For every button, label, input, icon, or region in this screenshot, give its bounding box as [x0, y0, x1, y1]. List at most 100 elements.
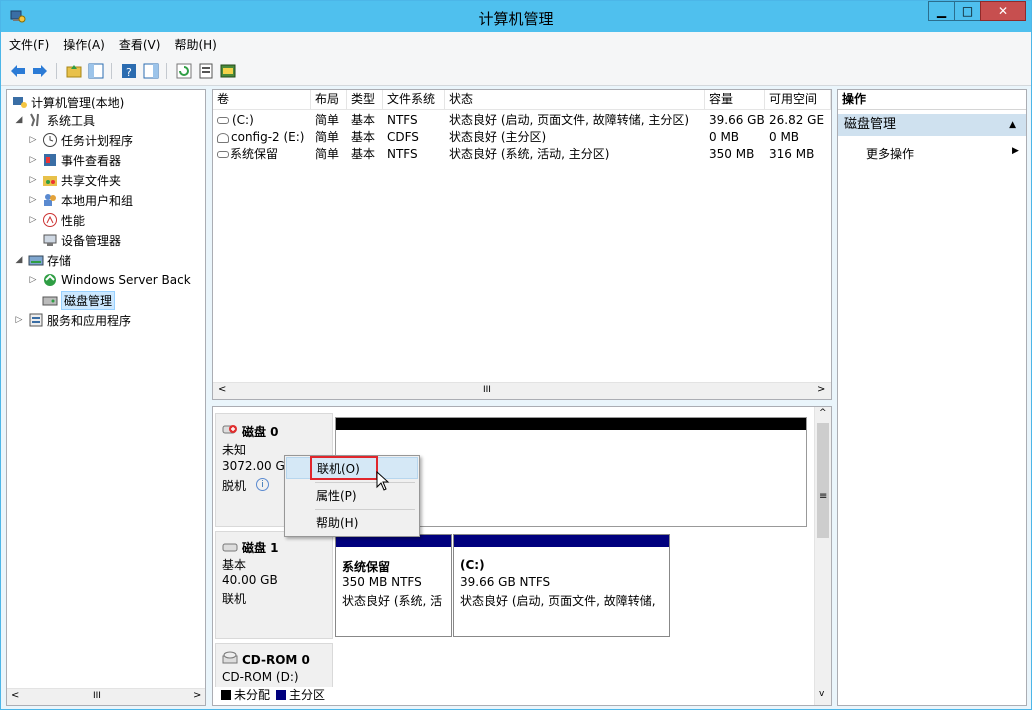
properties-icon[interactable] — [197, 62, 215, 80]
help-icon[interactable]: ? — [120, 62, 138, 80]
cd-drive-icon — [222, 651, 238, 664]
computer-management-window: 计算机管理 ▁ □ ✕ 文件(F) 操作(A) 查看(V) 帮助(H) ? 计算… — [0, 0, 1032, 710]
users-icon — [44, 194, 56, 206]
show-hide-action-pane-icon[interactable] — [142, 62, 160, 80]
actions-title: 操作 — [838, 90, 1026, 110]
collapse-arrow-icon[interactable]: ▲ — [1009, 114, 1016, 136]
scroll-right-icon[interactable]: > — [193, 690, 201, 701]
offline-disk-icon — [222, 425, 237, 434]
menu-view[interactable]: 查看(V) — [119, 36, 161, 53]
column-filesystem[interactable]: 文件系统 — [383, 90, 445, 110]
collapsed-arrow-icon[interactable]: ▷ — [27, 135, 39, 145]
column-volume[interactable]: 卷 — [213, 90, 311, 110]
minimize-button[interactable]: ▁ — [928, 1, 955, 21]
drive-icon — [217, 117, 229, 124]
performance-icon — [43, 213, 57, 227]
expanded-arrow-icon[interactable]: ◢ — [13, 255, 25, 265]
tree-item-storage[interactable]: ◢ 存储 — [13, 250, 71, 270]
scroll-thumb[interactable]: III — [483, 385, 491, 395]
scroll-left-icon[interactable]: < — [218, 384, 226, 395]
menu-item-properties[interactable]: 属性(P) — [286, 485, 418, 507]
menu-bar: 文件(F) 操作(A) 查看(V) 帮助(H) — [1, 32, 1031, 57]
window-title: 计算机管理 — [478, 10, 554, 28]
highlight-box — [310, 456, 378, 480]
tree-item-computer-management[interactable]: 计算机管理(本地) — [9, 92, 124, 112]
title-bar: 计算机管理 ▁ □ ✕ — [1, 1, 1031, 32]
scroll-down-icon[interactable]: v — [819, 689, 824, 699]
disk-1-label[interactable]: 磁盘 1 基本 40.00 GB 联机 — [215, 531, 333, 639]
up-folder-icon[interactable] — [65, 62, 83, 80]
actions-group-disk-management[interactable]: 磁盘管理 ▲ — [838, 114, 1026, 136]
collapsed-arrow-icon[interactable]: ▷ — [27, 175, 39, 185]
table-row[interactable]: 系统保留 简单 基本 NTFS 状态良好 (系统, 活动, 主分区) 350 M… — [213, 146, 831, 163]
collapsed-arrow-icon[interactable]: ▷ — [13, 315, 25, 325]
tree-item-windows-server-backup[interactable]: ▷ Windows Server Back — [27, 270, 191, 290]
menu-file[interactable]: 文件(F) — [9, 36, 49, 53]
legend: 未分配 主分区 — [221, 686, 325, 703]
device-manager-icon — [43, 234, 57, 246]
submenu-arrow-icon[interactable]: ▶ — [1012, 146, 1019, 156]
collapsed-arrow-icon[interactable]: ▷ — [27, 215, 39, 225]
scroll-thumb[interactable]: III — [93, 691, 101, 701]
disk-mgmt-icon — [42, 296, 58, 306]
scroll-up-icon[interactable]: ^ — [819, 408, 827, 418]
disk-icon — [222, 543, 238, 552]
table-row[interactable]: config-2 (E:) 简单 基本 CDFS 状态良好 (主分区) 0 MB… — [213, 129, 831, 146]
mouse-cursor-icon — [376, 471, 390, 491]
forward-arrow-icon[interactable] — [31, 62, 49, 80]
collapsed-arrow-icon[interactable]: ▷ — [27, 155, 39, 165]
collapsed-arrow-icon[interactable]: ▷ — [27, 275, 39, 285]
tree-item-shared-folders[interactable]: ▷ 共享文件夹 — [27, 170, 121, 190]
disk-map-vertical-scrollbar[interactable]: ^ ≡ v — [814, 407, 831, 705]
partition-system-reserved[interactable]: 系统保留 350 MB NTFS 状态良好 (系统, 活 — [335, 534, 452, 637]
tree-item-local-users-groups[interactable]: ▷ 本地用户和组 — [27, 190, 133, 210]
column-type[interactable]: 类型 — [347, 90, 383, 110]
column-capacity[interactable]: 容量 — [705, 90, 765, 110]
partition-c-drive[interactable]: (C:) 39.66 GB NTFS 状态良好 (启动, 页面文件, 故障转储, — [453, 534, 670, 637]
cdrom-0-label[interactable]: CD-ROM 0 CD-ROM (D:) — [215, 643, 333, 687]
show-hide-console-tree-icon[interactable] — [87, 62, 105, 80]
close-button[interactable]: ✕ — [980, 1, 1026, 21]
scroll-thumb[interactable] — [817, 423, 829, 538]
svg-text:?: ? — [126, 66, 132, 79]
tree-item-services-applications[interactable]: ▷ 服务和应用程序 — [13, 310, 131, 330]
disk-settings-icon[interactable] — [219, 62, 237, 80]
event-viewer-icon — [44, 154, 56, 166]
shared-folder-icon — [43, 176, 57, 186]
column-layout[interactable]: 布局 — [311, 90, 347, 110]
storage-icon — [28, 255, 44, 266]
services-icon — [29, 313, 43, 327]
more-actions[interactable]: 更多操作 — [866, 145, 914, 162]
scroll-grip-icon: ≡ — [819, 491, 828, 502]
column-status[interactable]: 状态 — [445, 90, 705, 110]
clock-icon — [43, 133, 57, 147]
expanded-arrow-icon[interactable]: ◢ — [13, 115, 25, 125]
tree-item-disk-management[interactable]: 磁盘管理 — [39, 290, 116, 310]
menu-action[interactable]: 操作(A) — [63, 36, 105, 53]
collapsed-arrow-icon[interactable]: ▷ — [27, 195, 39, 205]
info-icon[interactable]: i — [256, 478, 269, 491]
table-row[interactable]: (C:) 简单 基本 NTFS 状态良好 (启动, 页面文件, 故障转储, 主分… — [213, 112, 831, 129]
back-arrow-icon[interactable] — [9, 62, 27, 80]
unallocated-swatch — [221, 689, 231, 700]
menu-item-help[interactable]: 帮助(H) — [286, 512, 418, 534]
refresh-icon[interactable] — [175, 62, 193, 80]
scroll-right-icon[interactable]: > — [817, 384, 825, 395]
volume-list-header: 卷 布局 类型 文件系统 状态 容量 可用空间 — [213, 90, 831, 110]
column-free-space[interactable]: 可用空间 — [765, 90, 831, 110]
tree-item-system-tools[interactable]: ◢ 系统工具 — [13, 110, 95, 130]
volume-list-horizontal-scrollbar[interactable]: < III > — [213, 382, 831, 399]
scroll-left-icon[interactable]: < — [11, 690, 19, 701]
console-tree: 计算机管理(本地) ◢ 系统工具 ▷ 任务计划程序 ▷ 事件查看器 ▷ 共享文件… — [6, 89, 206, 706]
backup-icon — [44, 274, 56, 286]
volume-list: 卷 布局 类型 文件系统 状态 容量 可用空间 (C:) 简单 基本 NTFS … — [212, 89, 832, 400]
primary-partition-swatch — [276, 689, 287, 700]
menu-help[interactable]: 帮助(H) — [174, 36, 216, 53]
tree-item-device-manager[interactable]: 设备管理器 — [39, 230, 121, 250]
tree-item-event-viewer[interactable]: ▷ 事件查看器 — [27, 150, 121, 170]
tree-item-task-scheduler[interactable]: ▷ 任务计划程序 — [27, 130, 133, 150]
maximize-button[interactable]: □ — [954, 1, 981, 21]
tree-item-performance[interactable]: ▷ 性能 — [27, 210, 85, 230]
cd-drive-icon — [217, 132, 229, 143]
tree-horizontal-scrollbar[interactable]: < III > — [7, 688, 205, 705]
